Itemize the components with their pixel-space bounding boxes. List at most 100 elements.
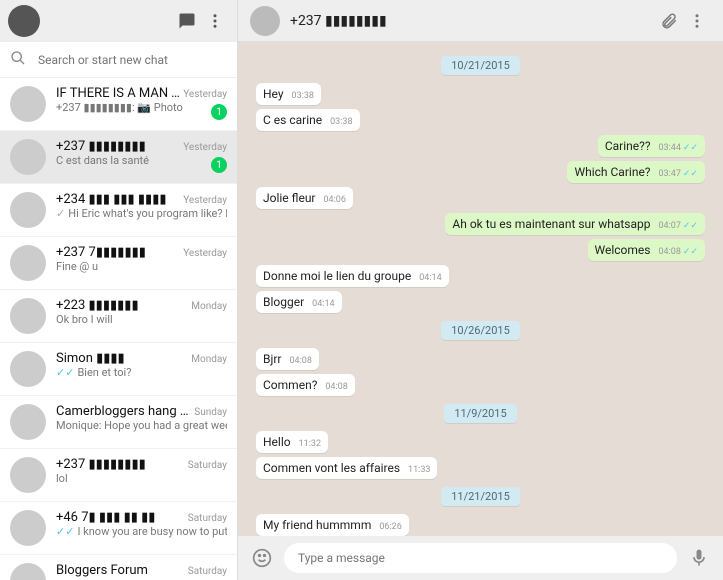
search-bar — [0, 42, 237, 78]
chat-avatar — [10, 563, 46, 580]
message-text: Welcomes — [595, 243, 651, 257]
mic-icon[interactable] — [685, 544, 713, 572]
message-time: 04:14 — [312, 299, 334, 309]
message-out[interactable]: Which Carine? 03:47✓✓ — [567, 161, 705, 183]
message-in[interactable]: Commen vont les affaires 11:33 — [256, 457, 437, 479]
chat-item[interactable]: +237 ▮▮▮▮▮▮▮▮Saturdaylol — [0, 449, 237, 502]
message-text: Bjrr — [263, 352, 281, 366]
chat-name: IF THERE IS A MAN TO PR… — [56, 86, 183, 101]
contact-avatar[interactable] — [250, 6, 280, 36]
message-text: Hello — [263, 435, 291, 449]
message-out[interactable]: Ah ok tu es maintenant sur whatsapp04:07… — [445, 213, 705, 235]
message-time: 11:33 — [408, 465, 430, 475]
chat-item[interactable]: +46 7▮ ▮▮▮ ▮▮ ▮▮Saturday✓✓I know you are… — [0, 502, 237, 555]
message-time: 04:08 — [658, 247, 680, 257]
chat-time: Monday — [191, 354, 227, 365]
message-time: 06:26 — [379, 522, 401, 532]
message-list[interactable]: 10/21/2015 Hey03:38 C es carine03:38 Carine… — [238, 42, 723, 536]
message-in[interactable]: Commen?04:08 — [256, 374, 355, 396]
message-time: 04:08 — [289, 356, 311, 366]
date-chip: 11/21/2015 — [441, 487, 520, 506]
chat-name: Camerbloggers hang outcry — [56, 404, 194, 419]
sidebar-header — [0, 0, 237, 42]
chat-name: Bloggers Forum — [56, 563, 148, 578]
message-meta: 04:14 — [419, 273, 441, 283]
attach-icon[interactable] — [655, 7, 683, 35]
message-in[interactable]: C es carine03:38 — [256, 109, 360, 131]
message-meta: 04:08 — [325, 382, 347, 392]
double-tick-icon: ✓✓ — [683, 221, 698, 231]
single-tick-icon: ✓ — [56, 207, 65, 220]
chat-header: +237 ▮▮▮▮▮▮▮▮ — [238, 0, 723, 42]
message-time: 03:38 — [330, 117, 352, 127]
menu-icon[interactable] — [201, 7, 229, 35]
message-meta: 03:38 — [330, 117, 352, 127]
chat-avatar — [10, 457, 46, 493]
message-time: 11:32 — [299, 439, 321, 449]
chat-avatar — [10, 510, 46, 546]
app-root: IF THERE IS A MAN TO PR… Yesterday +237 ▮▮… — [0, 0, 723, 580]
message-meta: 04:06 — [324, 195, 346, 205]
double-tick-icon: ✓✓ — [56, 366, 74, 379]
message-text: Carine?? — [605, 139, 651, 153]
message-time: 04:14 — [419, 273, 441, 283]
message-in[interactable]: Jolie fleur 04:06 — [256, 187, 353, 209]
message-text: Donne moi le lien du groupe — [263, 269, 411, 283]
message-text: Commen vont les affaires — [263, 461, 400, 475]
chat-menu-icon[interactable] — [683, 7, 711, 35]
emoji-icon[interactable] — [248, 544, 276, 572]
message-text: Which Carine? — [574, 165, 650, 179]
chat-time: Saturday — [188, 566, 227, 577]
double-tick-icon: ✓✓ — [683, 169, 698, 179]
message-time: 03:47 — [658, 169, 680, 179]
chat-item[interactable]: +234 ▮▮▮ ▮▮▮ ▮▮▮▮Yesterday✓Hi Eric what'… — [0, 184, 237, 237]
chat-time: Sunday — [194, 407, 227, 418]
chat-preview: Ok bro I will — [56, 313, 227, 326]
double-tick-icon: ✓✓ — [56, 525, 74, 538]
message-in[interactable]: My friend hummmm 06:26 — [256, 514, 409, 536]
chat-avatar — [10, 351, 46, 387]
chat-list[interactable]: IF THERE IS A MAN TO PR… Yesterday +237 ▮▮… — [0, 78, 237, 580]
message-input[interactable] — [284, 543, 677, 573]
chat-name: +234 ▮▮▮ ▮▮▮ ▮▮▮▮ — [56, 192, 167, 207]
message-meta: 11:32 — [299, 439, 321, 449]
chat-name: +237 ▮▮▮▮▮▮▮▮ — [56, 139, 146, 154]
chat-preview: lol — [56, 472, 227, 485]
chat-item[interactable]: +237 7▮▮▮▮▮▮▮YesterdayFine @ u — [0, 237, 237, 290]
message-meta: 03:47✓✓ — [658, 169, 698, 179]
message-in[interactable]: Hey03:38 — [256, 83, 321, 105]
chat-item[interactable]: IF THERE IS A MAN TO PR…Yesterday+237 ▮▮… — [0, 78, 237, 131]
message-in[interactable]: Blogger 04:14 — [256, 291, 342, 313]
chat-name: +237 7▮▮▮▮▮▮▮ — [56, 245, 146, 260]
message-text: My friend hummmm — [263, 518, 371, 532]
chat-item[interactable]: Bloggers ForumSaturdayMonique: Couldnt m… — [0, 555, 237, 580]
message-time: 04:07 — [658, 221, 680, 231]
date-chip: 10/21/2015 — [441, 56, 520, 75]
self-avatar[interactable] — [8, 5, 40, 37]
chat-item[interactable]: Camerbloggers hang outcrySundayMonique: … — [0, 396, 237, 449]
chat-name: +223 ▮▮▮▮▮▮▮ — [56, 298, 139, 313]
double-tick-icon: ✓✓ — [683, 143, 698, 153]
message-out[interactable]: Carine??03:44✓✓ — [598, 135, 705, 157]
chat-item[interactable]: Simon ▮▮▮▮Monday✓✓Bien et toi? — [0, 343, 237, 396]
chat-item[interactable]: +223 ▮▮▮▮▮▮▮MondayOk bro I will — [0, 290, 237, 343]
message-text: Blogger — [263, 295, 304, 309]
message-in[interactable]: Bjrr 04:08 — [256, 348, 319, 370]
chat-preview: +237 ▮▮▮▮▮▮▮▮: 📷 Photo — [56, 101, 227, 114]
message-in[interactable]: Hello 11:32 — [256, 431, 328, 453]
new-chat-icon[interactable] — [173, 7, 201, 35]
chat-item[interactable]: +237 ▮▮▮▮▮▮▮▮YesterdayC est dans la sant… — [0, 131, 237, 184]
search-icon — [10, 50, 26, 70]
message-out[interactable]: Welcomes04:08✓✓ — [588, 239, 705, 261]
message-text: Jolie fleur — [263, 191, 316, 205]
message-meta: 04:08 — [289, 356, 311, 366]
chat-name: +46 7▮ ▮▮▮ ▮▮ ▮▮ — [56, 510, 155, 525]
search-input[interactable] — [38, 53, 227, 67]
chat-time: Yesterday — [183, 195, 227, 206]
chat-preview: Monique: Hope you had a great weekend — [56, 419, 227, 432]
message-time: 03:38 — [292, 91, 314, 101]
message-in[interactable]: Donne moi le lien du groupe 04:14 — [256, 265, 449, 287]
message-meta: 04:14 — [312, 299, 334, 309]
chat-avatar — [10, 298, 46, 334]
chat-preview: Fine @ u — [56, 260, 227, 273]
